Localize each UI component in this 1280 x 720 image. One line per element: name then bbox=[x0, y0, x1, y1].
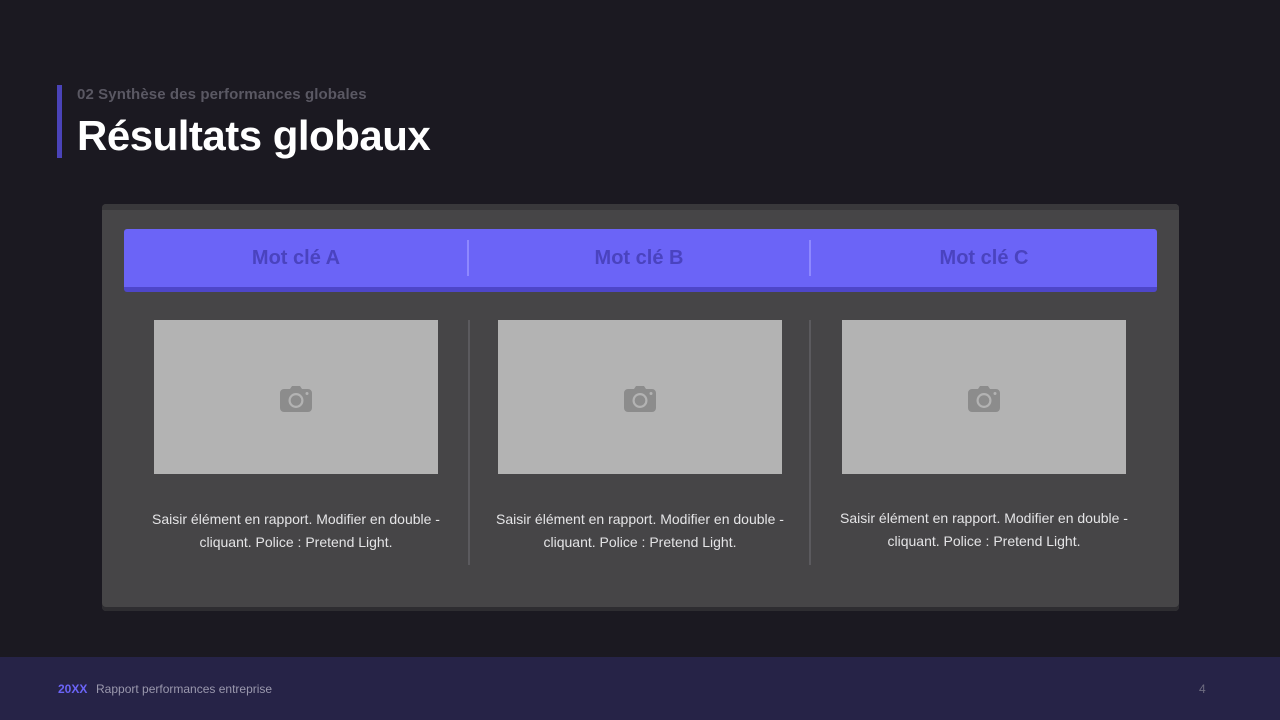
page-number: 4 bbox=[1199, 682, 1206, 696]
panel-top-edge bbox=[102, 204, 1179, 210]
section-subtitle: 02 Synthèse des performances globales bbox=[77, 86, 367, 103]
title-accent-bar bbox=[57, 85, 62, 158]
column-divider bbox=[468, 320, 470, 565]
camera-icon bbox=[968, 386, 1000, 412]
keyword-a[interactable]: Mot clé A bbox=[124, 229, 468, 287]
camera-icon bbox=[624, 386, 656, 412]
slide: 02 Synthèse des performances globales Ré… bbox=[0, 0, 1280, 720]
keyword-header-band: Mot clé A Mot clé B Mot clé C bbox=[124, 229, 1157, 292]
column-description-a: Saisir élément en rapport. Modifier en d… bbox=[152, 511, 440, 550]
image-placeholder-a[interactable] bbox=[154, 320, 438, 474]
column-divider bbox=[809, 320, 811, 565]
camera-icon bbox=[280, 386, 312, 412]
image-placeholder-c[interactable] bbox=[842, 320, 1126, 474]
keyword-c[interactable]: Mot clé C bbox=[811, 229, 1157, 287]
column-description-c: Saisir élément en rapport. Modifier en d… bbox=[840, 510, 1128, 549]
column-description-b: Saisir élément en rapport. Modifier en d… bbox=[496, 511, 784, 550]
keyword-b[interactable]: Mot clé B bbox=[469, 229, 809, 287]
footer-year: 20XX bbox=[58, 682, 88, 696]
image-placeholder-b[interactable] bbox=[498, 320, 782, 474]
footer-report-title: Rapport performances entreprise bbox=[96, 682, 273, 696]
page-title: Résultats globaux bbox=[77, 112, 431, 159]
